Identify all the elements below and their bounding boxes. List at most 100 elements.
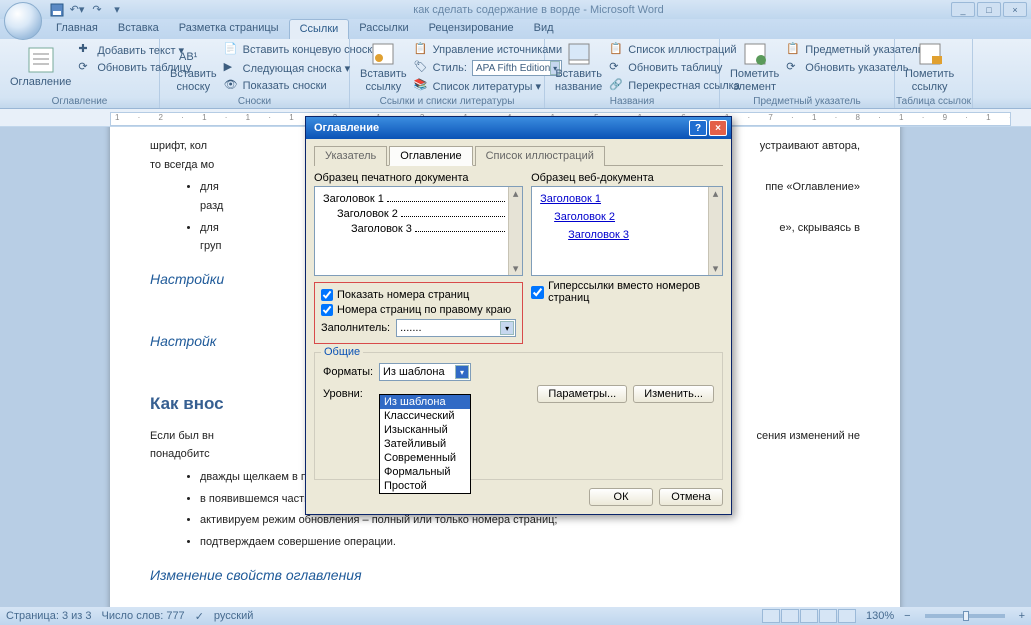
list-item: подтверждаем совершение операции. (200, 533, 860, 552)
formats-dropdown-list[interactable]: Из шаблона Классический Изысканный Затей… (379, 394, 471, 494)
dialog-close-button[interactable]: × (709, 120, 727, 136)
hyperlinks-checkbox[interactable]: Гиперссылки вместо номеров страниц (531, 280, 723, 304)
cancel-button[interactable]: Отмена (659, 488, 723, 506)
language-status[interactable]: русский (214, 610, 253, 622)
web-link-1[interactable]: Заголовок 1 (540, 193, 714, 205)
tab-insert[interactable]: Вставка (108, 19, 169, 39)
window-title: как сделать содержание в ворде - Microso… (126, 4, 951, 16)
tab-mailings[interactable]: Рассылки (349, 19, 418, 39)
insert-citation-button[interactable]: Вставить ссылку (356, 41, 411, 93)
draft-view[interactable] (838, 609, 856, 623)
zoom-in-button[interactable]: + (1019, 610, 1025, 622)
add-text-icon: ✚ (78, 42, 94, 58)
redo-icon[interactable]: ↷ (88, 1, 106, 19)
spell-check-icon[interactable]: ✓ (195, 610, 204, 623)
web-preview-box: Заголовок 1 Заголовок 2 Заголовок 3 ▴▾ (531, 186, 723, 276)
dialog-tabs: Указатель Оглавление Список иллюстраций (314, 145, 723, 166)
dialog-help-button[interactable]: ? (689, 120, 707, 136)
group-citations-label: Ссылки и списки литературы (350, 96, 544, 107)
format-option[interactable]: Затейливый (380, 437, 470, 451)
scrollbar[interactable]: ▴▾ (508, 187, 522, 275)
undo-icon[interactable]: ↶▾ (68, 1, 86, 19)
close-button[interactable]: × (1003, 2, 1027, 17)
group-toc-label: Оглавление (0, 96, 159, 107)
word-count[interactable]: Число слов: 777 (102, 610, 185, 622)
general-fieldset: Общие Форматы: Из шаблона▾ Уровни: Из ша… (314, 352, 723, 480)
save-icon[interactable] (48, 1, 66, 19)
page-status[interactable]: Страница: 3 из 3 (6, 610, 92, 622)
maximize-button[interactable]: □ (977, 2, 1001, 17)
toc-dialog: Оглавление ? × Указатель Оглавление Спис… (305, 116, 732, 515)
group-footnotes-label: Сноски (160, 96, 349, 107)
dialog-title: Оглавление (310, 122, 687, 134)
zoom-slider[interactable] (925, 614, 1005, 618)
tab-home[interactable]: Главная (46, 19, 108, 39)
format-option[interactable]: Изысканный (380, 423, 470, 437)
tab-view[interactable]: Вид (524, 19, 564, 39)
outline-view[interactable] (819, 609, 837, 623)
group-authorities-label: Таблица ссылок (895, 96, 972, 107)
caption-icon (563, 40, 595, 68)
format-option[interactable]: Из шаблона (380, 395, 470, 409)
citation-style-select[interactable]: 🏷Стиль:APA Fifth Edition▾ (411, 59, 565, 77)
web-preview-label: Образец веб-документа (531, 172, 723, 184)
format-option[interactable]: Простой (380, 479, 470, 493)
ok-button[interactable]: ОК (589, 488, 653, 506)
options-highlight-box: Показать номера страниц Номера страниц п… (314, 282, 523, 344)
format-option[interactable]: Формальный (380, 465, 470, 479)
svg-text:AB¹: AB¹ (179, 51, 198, 63)
index-icon (739, 40, 771, 68)
tab-layout[interactable]: Разметка страницы (169, 19, 289, 39)
authorities-icon (914, 40, 946, 68)
group-captions-label: Названия (545, 96, 719, 107)
leader-select[interactable]: .......▾ (396, 319, 516, 337)
web-layout-view[interactable] (800, 609, 818, 623)
dialog-tab-illustrations[interactable]: Список иллюстраций (475, 146, 605, 166)
print-layout-view[interactable] (762, 609, 780, 623)
dialog-tab-toc[interactable]: Оглавление (389, 146, 472, 166)
insert-footnote-button[interactable]: AB¹ Вставить сноску (166, 41, 221, 93)
dialog-titlebar[interactable]: Оглавление ? × (306, 117, 731, 139)
refresh-icon: ⟳ (78, 60, 94, 76)
manage-sources-button[interactable]: 📋Управление источниками (411, 41, 565, 59)
minimize-button[interactable]: _ (951, 2, 975, 17)
zoom-level[interactable]: 130% (866, 610, 894, 622)
general-legend: Общие (321, 346, 363, 358)
web-link-3[interactable]: Заголовок 3 (540, 229, 714, 241)
zoom-out-button[interactable]: − (904, 610, 910, 622)
quick-access-toolbar: ↶▾ ↷ ▾ (48, 1, 126, 19)
scrollbar[interactable]: ▴▾ (708, 187, 722, 275)
format-option[interactable]: Классический (380, 409, 470, 423)
dialog-tab-index[interactable]: Указатель (314, 146, 387, 166)
mark-citation-button[interactable]: Пометить ссылку (901, 41, 958, 93)
format-option[interactable]: Современный (380, 451, 470, 465)
mark-entry-button[interactable]: Пометить элемент (726, 41, 783, 93)
tab-references[interactable]: Ссылки (289, 19, 350, 39)
modify-button[interactable]: Изменить... (633, 385, 714, 403)
leader-label: Заполнитель: (321, 322, 390, 334)
titlebar: ↶▾ ↷ ▾ как сделать содержание в ворде - … (0, 0, 1031, 19)
print-preview-box: Заголовок 11 Заголовок 23 Заголовок 35 ▴… (314, 186, 523, 276)
citation-icon (367, 40, 399, 68)
show-page-numbers-checkbox[interactable]: Показать номера страниц (321, 289, 516, 301)
tab-review[interactable]: Рецензирование (419, 19, 524, 39)
toc-button[interactable]: Оглавление (6, 41, 75, 93)
full-screen-view[interactable] (781, 609, 799, 623)
qat-customize-icon[interactable]: ▾ (108, 1, 126, 19)
formats-label: Форматы: (323, 366, 373, 378)
heading-change-props: Изменение свойств оглавления (150, 564, 860, 588)
web-link-2[interactable]: Заголовок 2 (540, 211, 714, 223)
office-button[interactable] (4, 2, 42, 40)
levels-label: Уровни: (323, 388, 373, 400)
parameters-button[interactable]: Параметры... (537, 385, 627, 403)
insert-caption-button[interactable]: Вставить название (551, 41, 606, 93)
ribbon-tabs: Главная Вставка Разметка страницы Ссылки… (0, 19, 1031, 39)
bibliography-button[interactable]: 📚Список литературы ▾ (411, 77, 565, 95)
print-preview-label: Образец печатного документа (314, 172, 523, 184)
statusbar: Страница: 3 из 3 Число слов: 777 ✓ русск… (0, 607, 1031, 625)
right-align-checkbox[interactable]: Номера страниц по правому краю (321, 304, 516, 316)
toc-icon (25, 44, 57, 76)
ribbon: Оглавление ✚Добавить текст ▾ ⟳Обновить т… (0, 39, 1031, 109)
footnote-icon: AB¹ (177, 40, 209, 68)
formats-select[interactable]: Из шаблона▾ (379, 363, 471, 381)
